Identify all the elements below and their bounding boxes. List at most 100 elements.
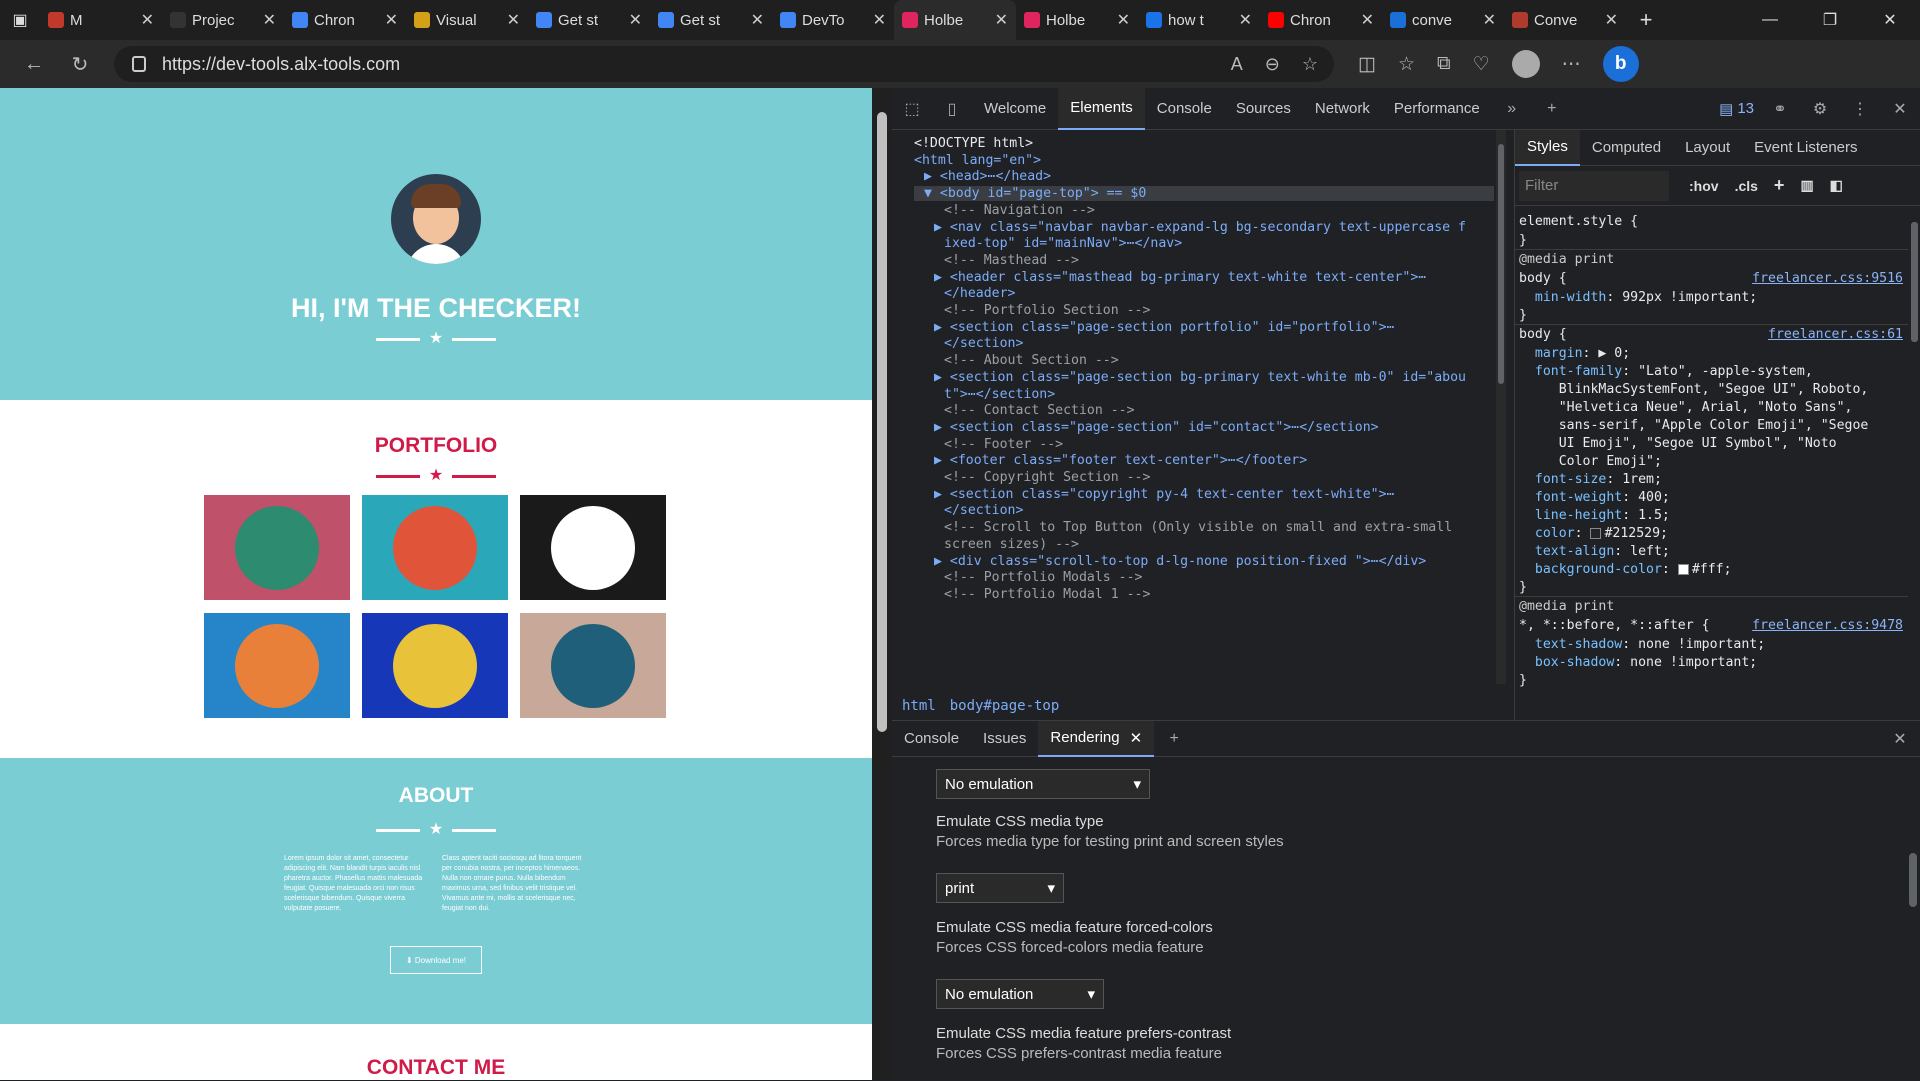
dom-node-line[interactable]: <!-- About Section --> <box>944 353 1119 368</box>
dom-node-line[interactable]: <!-- Masthead --> <box>944 253 1079 268</box>
styles-tab-event-listeners[interactable]: Event Listeners <box>1742 130 1869 166</box>
close-tab-icon[interactable]: ✕ <box>629 10 642 30</box>
dom-node-line[interactable]: ▶ <header class="masthead bg-primary tex… <box>934 270 1426 285</box>
paint-icon[interactable]: ▥ <box>1792 177 1821 194</box>
inspect-element-icon[interactable]: ⬚ <box>892 88 932 130</box>
browser-tab[interactable]: conve ✕ <box>1382 0 1504 40</box>
portfolio-item-submarine[interactable] <box>520 613 666 718</box>
color-swatch[interactable] <box>1677 563 1689 575</box>
elements-scrollbar[interactable] <box>1496 130 1506 684</box>
selected-node[interactable]: ▼ <body id="page-top"> == $0 <box>914 186 1494 202</box>
hov-button[interactable]: :hov <box>1681 178 1727 194</box>
back-icon[interactable]: ← <box>14 44 54 84</box>
browser-tab[interactable]: Visual ✕ <box>406 0 528 40</box>
browser-tab[interactable]: Holbe ✕ <box>1016 0 1138 40</box>
url-bar[interactable]: https://dev-tools.alx-tools.com A ⊖ ☆ <box>114 46 1334 82</box>
close-tab-icon[interactable]: ✕ <box>263 10 276 30</box>
new-tab-button[interactable]: + <box>1626 7 1666 33</box>
close-tab-icon[interactable]: ✕ <box>995 10 1008 30</box>
page-scrollbar[interactable] <box>872 88 892 1080</box>
close-tab-icon[interactable]: ✕ <box>873 10 886 30</box>
minimize-icon[interactable]: — <box>1740 0 1800 40</box>
source-link[interactable]: freelancer.css:61 <box>1768 327 1903 342</box>
portfolio-item-cake[interactable] <box>362 495 508 600</box>
dom-node-line[interactable]: ▶ <section class="copyright py-4 text-ce… <box>934 487 1395 502</box>
style-rule-line[interactable]: text-shadow: none !important; <box>1519 637 1765 652</box>
dom-node-line[interactable]: </section> <box>944 336 1023 351</box>
split-screen-icon[interactable]: ◫ <box>1358 53 1376 76</box>
dom-node-line[interactable]: ▶ <section class="page-section" id="cont… <box>934 420 1379 435</box>
devtools-tab-network[interactable]: Network <box>1303 88 1382 130</box>
more-options-icon[interactable]: ⋮ <box>1840 88 1880 130</box>
dom-node-line[interactable]: <!-- Portfolio Modal 1 --> <box>944 587 1150 602</box>
devtools-tab-sources[interactable]: Sources <box>1224 88 1303 130</box>
style-rule-line[interactable]: margin: ▶ 0; <box>1519 346 1630 361</box>
style-rule-line[interactable]: text-align: left; <box>1519 544 1670 559</box>
dom-node-line[interactable]: <!-- Navigation --> <box>944 203 1095 218</box>
read-aloud-icon[interactable]: A <box>1231 54 1243 75</box>
close-window-icon[interactable]: ✕ <box>1860 0 1920 40</box>
emulation-select-top[interactable]: No emulation ▾ <box>936 769 1150 799</box>
portfolio-item-cabin[interactable] <box>204 495 350 600</box>
portfolio-item-circus[interactable] <box>520 495 666 600</box>
devtools-tab-console[interactable]: Console <box>1145 88 1224 130</box>
cls-button[interactable]: .cls <box>1727 178 1766 194</box>
styles-tab-computed[interactable]: Computed <box>1580 130 1673 166</box>
settings-gear-icon[interactable]: ⚙ <box>1800 88 1840 130</box>
dom-node-line[interactable]: <html lang="en"> <box>914 153 1041 168</box>
style-rule-line[interactable]: line-height: 1.5; <box>1519 508 1670 523</box>
favorite-star-icon[interactable]: ☆ <box>1302 54 1318 75</box>
drawer-add-tab-icon[interactable]: + <box>1154 718 1194 760</box>
browser-tab[interactable]: Holbe ✕ <box>894 0 1016 40</box>
style-rule-line[interactable]: font-weight: 400; <box>1519 490 1670 505</box>
dom-node-line[interactable]: t">⋯</section> <box>944 387 1055 402</box>
close-tab-icon[interactable]: ✕ <box>1117 10 1130 30</box>
style-rule-line[interactable]: background-color: #fff; <box>1519 562 1732 577</box>
close-tab-icon[interactable]: ✕ <box>1605 10 1618 30</box>
tab-actions-icon[interactable]: ▣ <box>0 0 40 40</box>
device-toolbar-icon[interactable]: ▯ <box>932 88 972 130</box>
breadcrumb-item[interactable]: body#page-top <box>950 698 1060 720</box>
dom-node-line[interactable]: <!-- Portfolio Modals --> <box>944 570 1143 585</box>
browser-tab[interactable]: M ✕ <box>40 0 162 40</box>
dom-node-line[interactable]: ▶ <section class="page-section bg-primar… <box>934 370 1466 385</box>
more-menu-icon[interactable]: ⋯ <box>1562 53 1581 76</box>
dom-node-line[interactable]: ▶ <div class="scroll-to-top d-lg-none po… <box>934 554 1426 569</box>
zoom-icon[interactable]: ⊖ <box>1265 54 1280 75</box>
dom-node-line[interactable]: <!-- Contact Section --> <box>944 403 1135 418</box>
dom-node-line[interactable]: <!-- Footer --> <box>944 437 1063 452</box>
dom-node-line[interactable]: </section> <box>944 503 1023 518</box>
download-button[interactable]: ⬇ Download me! <box>390 946 482 974</box>
dom-node-line[interactable]: ixed-top" id="mainNav">⋯</nav> <box>944 236 1182 251</box>
dom-node-line[interactable]: ▶ <nav class="navbar navbar-expand-lg bg… <box>934 220 1466 235</box>
sidebar-toggle-icon[interactable]: ◧ <box>1822 177 1851 194</box>
close-tab-icon[interactable]: ✕ <box>751 10 764 30</box>
close-drawer-icon[interactable]: ✕ <box>1880 718 1920 760</box>
network-conditions-icon[interactable]: ⚭ <box>1760 88 1800 130</box>
browser-tab[interactable]: Get st ✕ <box>528 0 650 40</box>
drawer-scrollbar[interactable] <box>1906 757 1920 1081</box>
profile-avatar[interactable] <box>1511 50 1540 78</box>
reload-icon[interactable]: ↻ <box>60 44 100 84</box>
browser-essentials-icon[interactable]: ♡ <box>1473 53 1490 76</box>
devtools-tab-performance[interactable]: Performance <box>1382 88 1492 130</box>
browser-tab[interactable]: DevTo ✕ <box>772 0 894 40</box>
elements-tree[interactable]: <!DOCTYPE html> <html lang="en"> ▶ <head>⋯… <box>892 130 1512 684</box>
portfolio-item-game[interactable] <box>204 613 350 718</box>
portfolio-item-safe[interactable] <box>362 613 508 718</box>
dom-node-line[interactable]: <!-- Copyright Section --> <box>944 470 1150 485</box>
source-link[interactable]: freelancer.css:9478 <box>1752 618 1903 633</box>
browser-tab[interactable]: Chron ✕ <box>284 0 406 40</box>
browser-tab[interactable]: Projec ✕ <box>162 0 284 40</box>
dom-node-line[interactable]: <!-- Portfolio Section --> <box>944 303 1150 318</box>
style-rule-line[interactable]: box-shadow: none !important; <box>1519 655 1757 670</box>
style-rule-line[interactable]: color: #212529; <box>1519 526 1668 541</box>
close-devtools-icon[interactable]: ✕ <box>1880 88 1920 130</box>
close-tab-icon[interactable]: ✕ <box>141 10 154 30</box>
close-tab-icon[interactable]: ✕ <box>1483 10 1496 30</box>
media-type-select[interactable]: print ▾ <box>936 873 1064 903</box>
style-rule-line[interactable]: font-size: 1rem; <box>1519 472 1662 487</box>
issues-badge[interactable]: ▤ 13 <box>1713 100 1760 118</box>
dom-node-line[interactable]: <!DOCTYPE html> <box>914 136 1033 151</box>
browser-tab[interactable]: how t ✕ <box>1138 0 1260 40</box>
